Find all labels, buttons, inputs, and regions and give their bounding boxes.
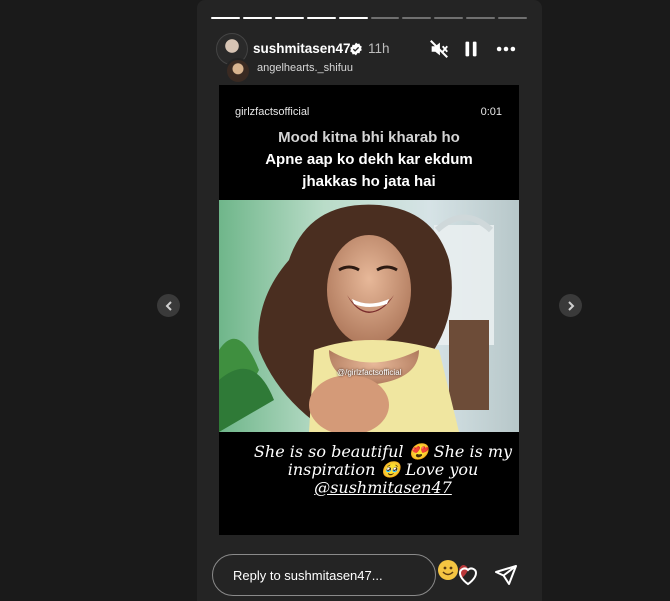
like-heart-icon[interactable] — [455, 563, 481, 587]
progress-segment — [211, 17, 240, 19]
progress-segment — [274, 17, 304, 19]
previous-story-button[interactable] — [157, 294, 180, 317]
story-viewer: sushmitasen47 11h angelhearts._shifuu gi… — [197, 0, 542, 601]
mute-icon[interactable] — [428, 38, 450, 60]
next-story-button[interactable] — [559, 294, 582, 317]
send-icon[interactable] — [494, 563, 518, 587]
story-photo — [219, 200, 519, 432]
comment-line: She is so beautiful 😍 She is my — [253, 442, 513, 461]
progress-segment — [434, 17, 464, 19]
progress-segment — [466, 17, 496, 19]
shared-avatar[interactable] — [225, 58, 251, 84]
mention-link[interactable]: @sushmitasen47 — [314, 478, 452, 497]
caption-line: jhakkas ho jata hai — [302, 173, 436, 190]
story-media[interactable]: girlzfactsofficial 0:01 Mood kitna bhi k… — [219, 85, 519, 535]
chevron-left-icon — [165, 300, 172, 311]
progress-segment — [402, 17, 432, 19]
story-progress-bar — [211, 17, 528, 20]
reply-input[interactable]: Reply to sushmitasen47... — [212, 554, 436, 596]
shared-from-username[interactable]: angelhearts._shifuu — [257, 62, 353, 74]
story-comment: She is so beautiful 😍 She is my inspirat… — [239, 443, 527, 497]
caption-line: Mood kitna bhi kharab ho — [278, 129, 460, 146]
caption-line: Apne aap ko dekh kar ekdum — [265, 151, 473, 168]
media-watermark: @/girlzfactsofficial — [337, 368, 402, 377]
verified-badge-icon — [350, 42, 362, 56]
comment-line: inspiration 🥹 Love you — [287, 460, 479, 479]
video-handle: girlzfactsofficial — [235, 106, 310, 118]
pause-icon[interactable] — [460, 38, 482, 60]
chevron-right-icon — [567, 300, 574, 311]
more-options-icon[interactable] — [495, 38, 517, 60]
progress-segment — [242, 17, 272, 19]
video-time: 0:01 — [480, 106, 502, 118]
username[interactable]: sushmitasen47 — [253, 41, 351, 56]
progress-segment — [306, 17, 336, 19]
reply-placeholder: Reply to sushmitasen47... — [233, 568, 383, 583]
progress-segment — [498, 17, 528, 19]
time-ago: 11h — [368, 41, 390, 56]
progress-segment — [338, 17, 368, 19]
video-caption: Mood kitna bhi kharab ho Apne aap ko dek… — [219, 127, 519, 193]
progress-segment — [370, 17, 400, 19]
